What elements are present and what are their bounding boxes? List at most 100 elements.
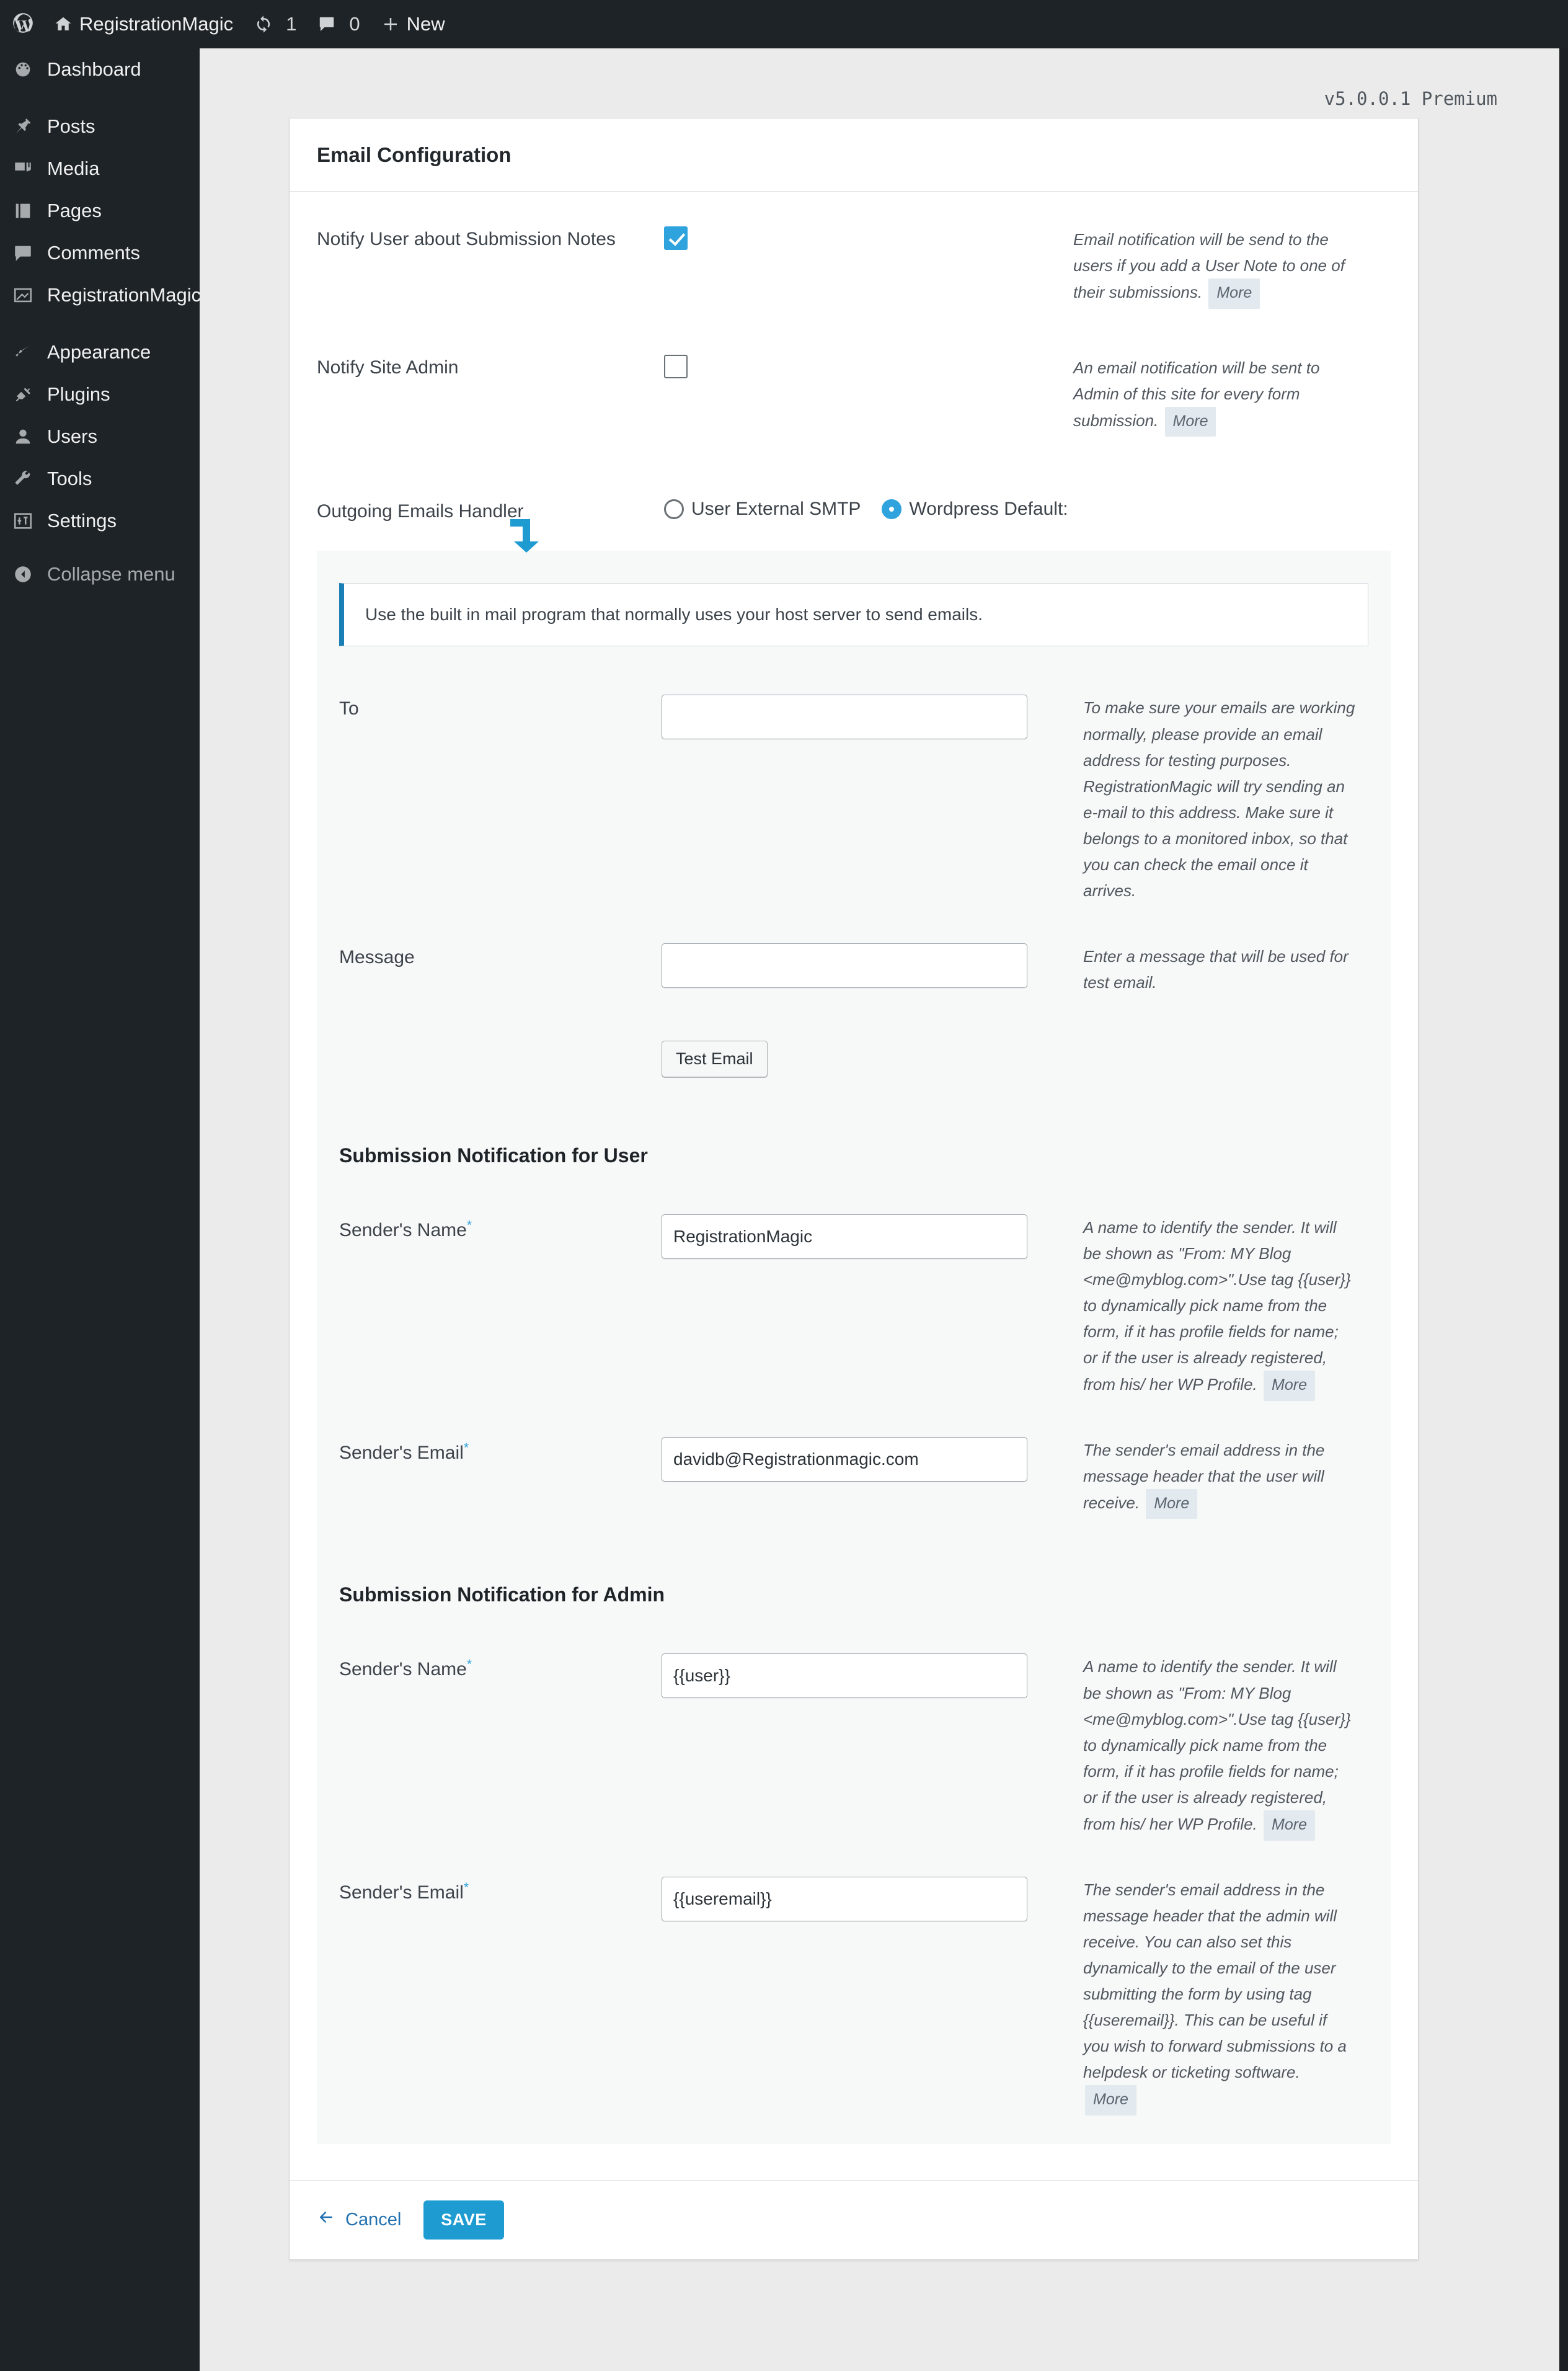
dashboard-icon (12, 55, 42, 84)
page-title: Email Configuration (317, 143, 512, 166)
comments-menu[interactable]: 0 (307, 0, 370, 48)
cancel-button[interactable]: Cancel (317, 2208, 401, 2231)
sidebar-item-plugins[interactable]: Plugins (0, 373, 200, 416)
admin-sender-email-hint-text: The sender's email address in the messag… (1083, 1880, 1347, 2082)
site-name-label: RegistrationMagic (79, 13, 234, 35)
paintbrush-icon (12, 337, 42, 367)
required-marker: * (466, 1217, 472, 1232)
test-to-input[interactable] (662, 695, 1027, 740)
admin-bar: RegistrationMagic 1 0 New (0, 0, 1568, 48)
outgoing-handler-row: Outgoing Emails Handler User External SM… (290, 437, 1418, 551)
sidebar-item-comments[interactable]: Comments (0, 232, 200, 274)
card-footer: Cancel SAVE (290, 2179, 1418, 2259)
user-sender-name-label: Sender's Name* (339, 1214, 662, 1241)
comments-count: 0 (349, 13, 360, 35)
required-marker: * (463, 1440, 469, 1455)
handler-description-notice: Use the built in mail program that norma… (339, 583, 1368, 647)
wrench-icon (12, 464, 42, 494)
required-marker: * (466, 1657, 472, 1672)
admin-sender-name-label-text: Sender's Name (339, 1659, 467, 1680)
radio-external-smtp[interactable] (664, 499, 684, 520)
more-link[interactable]: More (1208, 278, 1260, 309)
test-message-input[interactable] (662, 943, 1027, 989)
sidebar-item-registrationmagic[interactable]: RegistrationMagic (0, 274, 202, 316)
collapse-menu-button[interactable]: Collapse menu (0, 553, 200, 595)
more-link[interactable]: More (1085, 2085, 1136, 2115)
admin-sender-name-input[interactable] (662, 1653, 1027, 1699)
notify-admin-hint: An email notification will be sent to Ad… (1073, 355, 1346, 437)
sidebar-item-media[interactable]: Media (0, 148, 200, 190)
notify-admin-control (664, 354, 1073, 378)
arrow-left-icon (317, 2208, 335, 2231)
test-message-control (662, 943, 1083, 989)
notify-admin-checkbox[interactable] (664, 354, 688, 378)
radio-external-smtp-label[interactable]: User External SMTP (691, 499, 861, 520)
more-link[interactable]: More (1146, 1488, 1198, 1519)
comment-bubble-icon (317, 15, 336, 33)
email-configuration-card: Email Configuration Notify User about Su… (289, 118, 1419, 2260)
user-sender-email-hint: The sender's email address in the messag… (1083, 1437, 1356, 1519)
comment-bubble-icon (12, 238, 42, 268)
more-link[interactable]: More (1164, 406, 1216, 437)
sidebar-item-users[interactable]: Users (0, 416, 200, 458)
sidebar-item-posts[interactable]: Posts (0, 105, 200, 148)
sidebar-item-appearance[interactable]: Appearance (0, 331, 200, 373)
admin-sender-email-label: Sender's Email* (339, 1877, 662, 1903)
notify-user-checkbox[interactable] (664, 226, 688, 250)
wordpress-logo-button[interactable] (5, 0, 43, 48)
user-sender-email-control (662, 1436, 1083, 1482)
user-sender-name-row: Sender's Name* A name to identify the se… (317, 1167, 1391, 1401)
admin-sender-name-hint: A name to identify the sender. It will b… (1083, 1653, 1356, 1841)
sidebar-item-pages[interactable]: Pages (0, 190, 200, 232)
sidebar-item-label: Plugins (47, 383, 110, 405)
user-sender-name-hint-text: A name to identify the sender. It will b… (1083, 1217, 1351, 1394)
sidebar-item-settings[interactable]: Settings (0, 500, 200, 542)
down-arrow-indicator-icon (507, 517, 546, 554)
pin-icon (12, 112, 42, 141)
test-email-button-control: Test Email (662, 1040, 1083, 1077)
plus-icon (381, 15, 400, 33)
sidebar-item-label: Tools (47, 468, 92, 489)
user-sender-name-label-text: Sender's Name (339, 1219, 467, 1240)
sidebar-item-tools[interactable]: Tools (0, 458, 200, 500)
site-name-menu[interactable]: RegistrationMagic (43, 0, 244, 48)
test-email-button[interactable]: Test Email (662, 1040, 768, 1077)
test-to-row: To To make sure your emails are working … (317, 646, 1391, 904)
radio-wordpress-default-label[interactable]: Wordpress Default: (909, 499, 1068, 520)
outgoing-handler-label: Outgoing Emails Handler (317, 501, 524, 522)
admin-sender-email-input[interactable] (662, 1876, 1027, 1921)
test-message-row: Message Enter a message that will be use… (317, 904, 1391, 995)
pages-icon (12, 196, 42, 226)
card-header: Email Configuration (290, 118, 1418, 192)
admin-sender-email-label-text: Sender's Email (339, 1882, 464, 1903)
test-email-spacer (339, 1041, 662, 1044)
test-to-hint: To make sure your emails are working nor… (1083, 698, 1355, 901)
admin-sender-email-hint: The sender's email address in the messag… (1083, 1877, 1356, 2115)
save-button[interactable]: SAVE (423, 2200, 504, 2240)
user-sender-name-input[interactable] (662, 1214, 1027, 1259)
user-icon (12, 422, 42, 452)
media-icon (12, 154, 42, 184)
user-sender-email-input[interactable] (662, 1436, 1027, 1482)
notify-admin-label: Notify Site Admin (317, 357, 459, 378)
admin-section-title: Submission Notification for Admin (339, 1583, 665, 1606)
plug-icon (12, 380, 42, 409)
content-area: v5.0.0.1 Premium Email Configuration Not… (200, 48, 1559, 2371)
sidebar-item-label: RegistrationMagic (47, 284, 202, 306)
sidebar-item-dashboard[interactable]: Dashboard (0, 48, 200, 91)
more-link[interactable]: More (1264, 1810, 1315, 1841)
settings-sliders-icon (12, 506, 42, 536)
notify-user-hint: Email notification will be send to the u… (1073, 226, 1346, 309)
notify-user-label: Notify User about Submission Notes (317, 229, 616, 249)
sidebar-item-label: Settings (47, 510, 117, 532)
updates-count: 1 (286, 13, 297, 35)
more-link[interactable]: More (1264, 1371, 1315, 1401)
new-content-menu[interactable]: New (371, 0, 456, 48)
updates-menu[interactable]: 1 (244, 0, 307, 48)
notify-user-control (664, 226, 1073, 250)
user-sender-email-label-text: Sender's Email (339, 1442, 464, 1463)
radio-wordpress-default[interactable] (882, 499, 902, 520)
notify-user-row: Notify User about Submission Notes Email… (290, 192, 1418, 309)
test-message-hint: Enter a message that will be used for te… (1083, 947, 1349, 992)
new-content-label: New (406, 13, 445, 35)
